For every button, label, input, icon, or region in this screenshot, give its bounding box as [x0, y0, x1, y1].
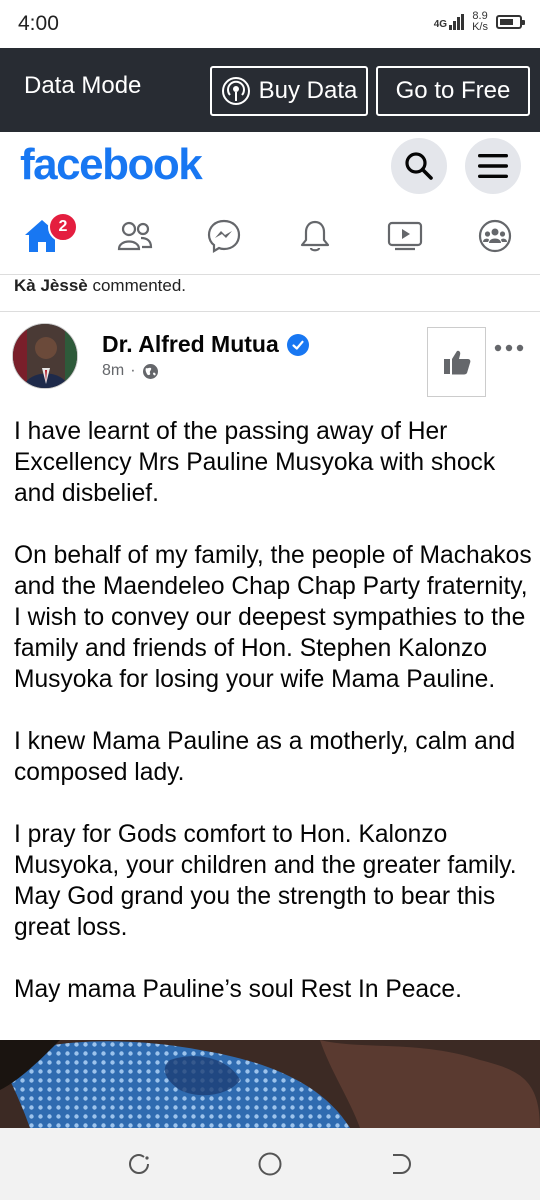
- groups-icon: [478, 219, 512, 253]
- post-paragraph: I have learnt of the passing away of Her…: [14, 418, 496, 507]
- hamburger-icon: [478, 154, 508, 178]
- buy-data-label: Buy Data: [258, 77, 358, 104]
- recents-button[interactable]: [125, 1150, 153, 1178]
- post-time[interactable]: 8m: [102, 362, 124, 380]
- buy-data-button[interactable]: Buy Data: [210, 66, 368, 116]
- network-speed: 8.9 K/s: [472, 11, 488, 33]
- post-photo[interactable]: [0, 1040, 540, 1128]
- post-author-name: Dr. Alfred Mutua: [102, 331, 279, 357]
- network-indicator: 4G: [433, 14, 465, 30]
- messenger-icon: [207, 219, 241, 253]
- globe-icon: [142, 363, 158, 379]
- author-avatar[interactable]: [12, 323, 78, 389]
- activity-action: commented.: [92, 276, 187, 295]
- tab-friends[interactable]: [115, 216, 155, 256]
- post-paragraph: I pray for Gods comfort to Hon. Kalonzo …: [14, 821, 517, 941]
- network-type: 4G: [433, 19, 448, 30]
- back-button[interactable]: [387, 1150, 415, 1178]
- app-header: facebook: [0, 132, 540, 202]
- data-mode-label: Data Mode: [24, 72, 142, 99]
- post-meta: 8m ·: [102, 362, 159, 380]
- status-time: 4:00: [18, 12, 59, 35]
- tab-messenger[interactable]: [204, 216, 244, 256]
- go-to-free-label: Go to Free: [395, 77, 511, 104]
- home-notification-badge: 2: [48, 212, 78, 242]
- like-button[interactable]: [427, 327, 486, 397]
- speed-unit: K/s: [472, 21, 488, 33]
- go-to-free-button[interactable]: Go to Free: [376, 66, 530, 116]
- tab-watch[interactable]: [385, 216, 425, 256]
- post-body: I have learnt of the passing away of Her…: [14, 416, 534, 1036]
- search-icon: [405, 152, 433, 180]
- search-button[interactable]: [391, 138, 447, 194]
- meta-separator: ·: [130, 362, 136, 379]
- broadcast-icon: [221, 76, 251, 106]
- watch-icon: [387, 221, 423, 251]
- thumbs-up-icon: [443, 350, 470, 375]
- system-navigation-bar: [0, 1128, 540, 1200]
- menu-button[interactable]: [465, 138, 521, 194]
- post-paragraph: I knew Mama Pauline as a motherly, calm …: [14, 728, 516, 786]
- main-nav: 2: [0, 202, 540, 274]
- post-paragraph: May mama Pauline’s soul Rest In Peace.: [14, 976, 462, 1003]
- circle-home-icon: [258, 1152, 282, 1176]
- post-options-button[interactable]: [494, 332, 524, 358]
- tab-groups[interactable]: [475, 216, 515, 256]
- post-header: Dr. Alfred Mutua 8m ·: [0, 312, 540, 408]
- bell-icon: [300, 220, 330, 252]
- battery-icon: [496, 15, 525, 29]
- post-paragraph: On behalf of my family, the people of Ma…: [14, 542, 532, 693]
- post-author[interactable]: Dr. Alfred Mutua: [102, 331, 309, 358]
- activity-line[interactable]: Kà Jèssè commented.: [0, 274, 540, 312]
- status-bar: 4:00 4G 8.9 K/s: [0, 0, 540, 48]
- friends-icon: [117, 221, 153, 251]
- tab-notifications[interactable]: [295, 216, 335, 256]
- activity-text: Kà Jèssè commented.: [14, 276, 186, 296]
- back-icon: [393, 1154, 412, 1174]
- home-nav-button[interactable]: [256, 1150, 284, 1178]
- verified-badge-icon: [286, 333, 309, 356]
- more-horizontal-icon: [494, 344, 524, 352]
- recents-icon: [128, 1153, 149, 1175]
- activity-actor: Kà Jèssè: [14, 276, 88, 295]
- signal-icon: [449, 14, 465, 30]
- status-indicators: 4G 8.9 K/s: [433, 11, 525, 33]
- facebook-logo[interactable]: facebook: [20, 140, 203, 190]
- data-mode-bar: Data Mode Buy Data Go to Free: [0, 48, 540, 132]
